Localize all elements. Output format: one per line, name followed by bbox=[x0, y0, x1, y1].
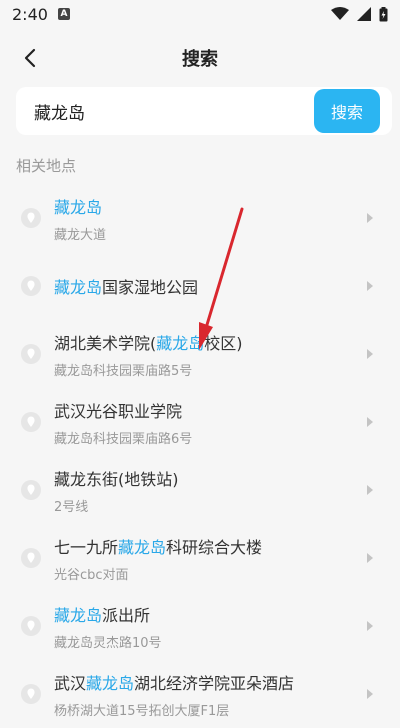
result-item[interactable]: 藏龙岛国家湿地公园 bbox=[0, 252, 400, 320]
result-name-part: 湖北经济学院亚朵酒店 bbox=[134, 673, 295, 693]
page-title: 搜索 bbox=[182, 49, 218, 70]
location-pin-icon bbox=[21, 208, 41, 228]
result-name-highlight: 藏龙岛 bbox=[156, 333, 205, 353]
result-item[interactable]: 藏龙东街(地铁站) 2号线 bbox=[0, 456, 400, 524]
result-address: 杨桥湖大道15号拓创大厦F1层 bbox=[54, 703, 230, 719]
header: 搜索 bbox=[0, 38, 400, 78]
search-button[interactable]: 搜索 bbox=[314, 89, 380, 133]
result-item[interactable]: 藏龙岛派出所藏龙岛灵杰路10号 bbox=[0, 592, 400, 660]
result-name-part: 国家湿地公园 bbox=[102, 278, 199, 297]
result-text: 武汉藏龙岛湖北经济学院亚朵酒店杨桥湖大道15号拓创大厦F1层 bbox=[54, 670, 360, 719]
result-name-part: 武汉光谷职业学院 bbox=[54, 401, 183, 421]
result-name: 武汉藏龙岛湖北经济学院亚朵酒店 bbox=[54, 670, 360, 694]
result-item[interactable]: 武汉光谷职业学院藏龙岛科技园栗庙路6号 bbox=[0, 388, 400, 456]
section-label: 相关地点 bbox=[16, 157, 77, 175]
result-text: 武汉光谷职业学院藏龙岛科技园栗庙路6号 bbox=[54, 398, 360, 447]
result-text: 藏龙岛 藏龙大道 bbox=[54, 194, 360, 243]
result-name-highlight: 藏龙岛 bbox=[54, 197, 103, 217]
chevron-right-icon bbox=[367, 417, 373, 427]
result-name-part: 藏龙东街(地铁站) bbox=[54, 469, 179, 489]
result-name: 藏龙岛派出所 bbox=[54, 602, 360, 626]
location-pin-icon bbox=[21, 684, 41, 704]
location-pin-icon bbox=[21, 616, 41, 636]
result-name-highlight: 藏龙岛 bbox=[54, 605, 103, 625]
result-address: 藏龙大道 bbox=[54, 227, 107, 243]
chevron-right-icon bbox=[367, 553, 373, 563]
result-address: 藏龙岛灵杰路10号 bbox=[54, 635, 162, 651]
back-button[interactable] bbox=[16, 44, 44, 72]
result-item[interactable]: 武汉藏龙岛湖北经济学院亚朵酒店杨桥湖大道15号拓创大厦F1层 bbox=[0, 660, 400, 728]
result-name-part: 科研综合大楼 bbox=[166, 537, 263, 557]
location-pin-icon bbox=[21, 344, 41, 364]
notification-icon: A bbox=[57, 8, 70, 20]
result-name: 七一九所藏龙岛科研综合大楼 bbox=[54, 534, 360, 558]
location-pin-icon bbox=[21, 548, 41, 568]
result-name-highlight: 藏龙岛 bbox=[54, 278, 103, 297]
result-item[interactable]: 藏龙岛 藏龙大道 bbox=[0, 184, 400, 252]
chevron-right-icon bbox=[367, 281, 373, 291]
result-name-part: 七一九所 bbox=[54, 537, 119, 557]
signal-icon bbox=[357, 7, 371, 21]
result-text: 藏龙东街(地铁站) 2号线 bbox=[54, 466, 360, 515]
status-left: 2:40 A bbox=[12, 5, 70, 24]
result-name: 藏龙东街(地铁站) bbox=[54, 466, 360, 490]
chevron-left-icon bbox=[24, 48, 36, 68]
chevron-right-icon bbox=[367, 349, 373, 359]
result-name-part: 校区) bbox=[204, 333, 243, 353]
result-text: 藏龙岛国家湿地公园 bbox=[54, 274, 360, 298]
chevron-right-icon bbox=[367, 621, 373, 631]
result-address: 光谷cbc对面 bbox=[54, 567, 129, 583]
location-pin-icon bbox=[21, 412, 41, 432]
result-name-part: 派出所 bbox=[102, 605, 151, 625]
result-name-highlight: 藏龙岛 bbox=[118, 537, 167, 557]
wifi-icon bbox=[331, 7, 349, 20]
location-pin-icon bbox=[21, 480, 41, 500]
result-name: 藏龙岛国家湿地公园 bbox=[54, 274, 360, 298]
chevron-right-icon bbox=[367, 689, 373, 699]
status-right bbox=[331, 6, 388, 22]
result-text: 七一九所藏龙岛科研综合大楼光谷cbc对面 bbox=[54, 534, 360, 583]
result-name: 湖北美术学院(藏龙岛校区) bbox=[54, 330, 360, 354]
result-address: 2号线 bbox=[54, 499, 89, 515]
chevron-right-icon bbox=[367, 485, 373, 495]
result-item[interactable]: 七一九所藏龙岛科研综合大楼光谷cbc对面 bbox=[0, 524, 400, 592]
status-time: 2:40 bbox=[12, 4, 48, 24]
result-name: 藏龙岛 bbox=[54, 194, 360, 218]
result-address: 藏龙岛科技园栗庙路6号 bbox=[54, 431, 193, 447]
status-bar: 2:40 A bbox=[0, 0, 400, 28]
result-list: 藏龙岛 藏龙大道 藏龙岛国家湿地公园 湖北美术学院(藏龙岛校区) 藏龙岛科技园栗庙路5号… bbox=[0, 184, 400, 728]
chevron-right-icon bbox=[367, 213, 373, 223]
result-name-part: 湖北美术学院( bbox=[54, 333, 157, 353]
result-name: 武汉光谷职业学院 bbox=[54, 398, 360, 422]
battery-icon bbox=[379, 6, 388, 21]
result-item[interactable]: 湖北美术学院(藏龙岛校区) 藏龙岛科技园栗庙路5号 bbox=[0, 320, 400, 388]
result-text: 藏龙岛派出所藏龙岛灵杰路10号 bbox=[54, 602, 360, 651]
result-name-part: 武汉 bbox=[54, 673, 87, 693]
location-pin-icon bbox=[21, 276, 41, 296]
result-text: 湖北美术学院(藏龙岛校区) 藏龙岛科技园栗庙路5号 bbox=[54, 330, 360, 379]
result-address: 藏龙岛科技园栗庙路5号 bbox=[54, 363, 193, 379]
result-name-highlight: 藏龙岛 bbox=[86, 673, 135, 693]
search-bar: 搜索 bbox=[16, 86, 392, 136]
search-input[interactable] bbox=[16, 86, 314, 136]
